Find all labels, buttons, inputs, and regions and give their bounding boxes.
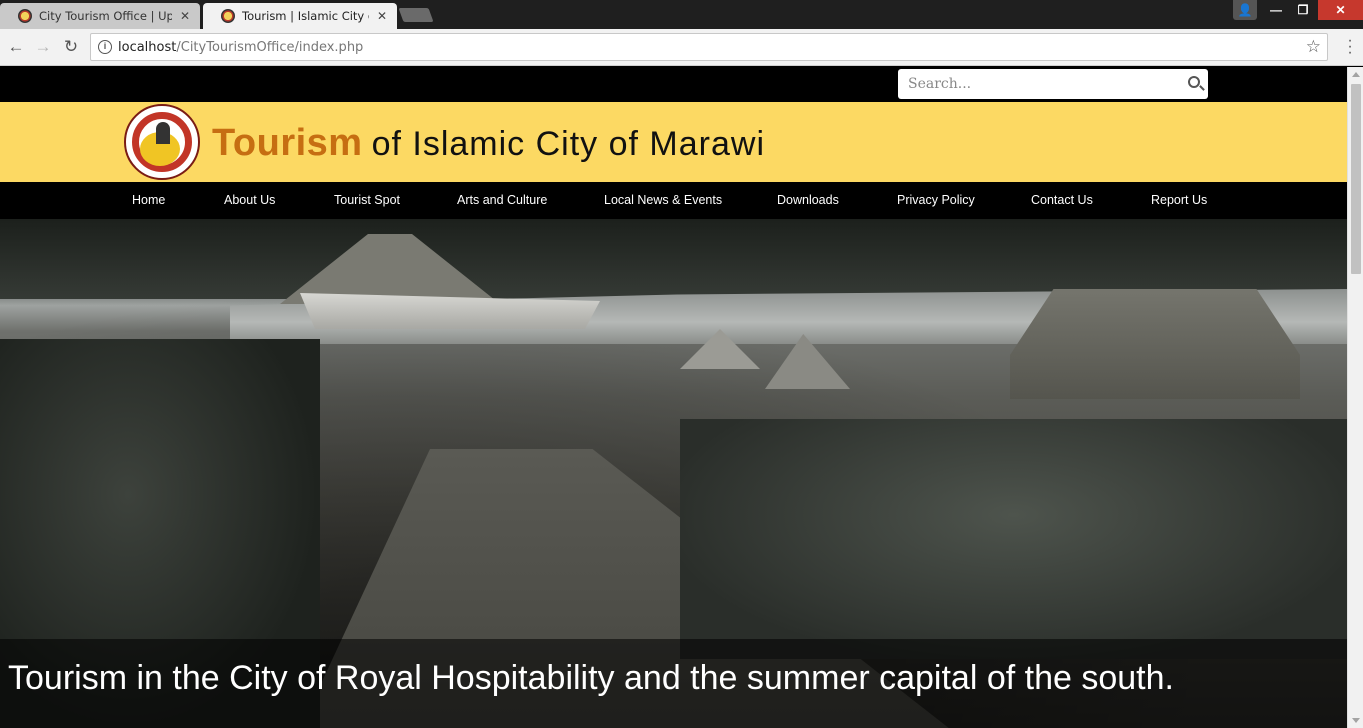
new-tab-button[interactable] <box>398 8 434 22</box>
page-viewport: Tourism of Islamic City of Marawi Home A… <box>0 67 1347 728</box>
site-title-rest: of Islamic City of Marawi <box>371 125 765 163</box>
browser-tab-bar: City Tourism Office | Upd ✕ Tourism | Is… <box>0 0 1363 29</box>
browser-toolbar: ← → ↻ i localhost/CityTourismOffice/inde… <box>0 29 1363 66</box>
nav-local-news-events[interactable]: Local News & Events <box>604 193 722 207</box>
city-tourism-office-logo[interactable] <box>124 104 200 180</box>
tab-close-icon[interactable]: ✕ <box>178 9 192 23</box>
url-path: /CityTourismOffice/index.php <box>176 40 364 55</box>
browser-tab-active[interactable]: Tourism | Islamic City of M ✕ <box>203 3 397 29</box>
scrollbar-thumb[interactable] <box>1351 84 1361 274</box>
site-header: Tourism of Islamic City of Marawi <box>0 102 1347 182</box>
close-window-button[interactable]: ✕ <box>1318 0 1363 20</box>
site-favicon-icon <box>221 9 235 23</box>
bookmark-star-icon[interactable]: ☆ <box>1306 37 1321 57</box>
logo-mosque <box>156 122 170 144</box>
scroll-down-icon[interactable] <box>1352 718 1360 723</box>
browser-tab[interactable]: City Tourism Office | Upd ✕ <box>0 3 200 29</box>
tab-close-icon[interactable]: ✕ <box>375 9 389 23</box>
nav-privacy-policy[interactable]: Privacy Policy <box>897 193 975 207</box>
hero-caption-bar: Tourism in the City of Royal Hospitabili… <box>0 639 1347 728</box>
hero-treeline <box>0 219 1347 299</box>
profile-icon[interactable]: 👤 <box>1233 0 1257 20</box>
address-bar[interactable]: i localhost/CityTourismOffice/index.php … <box>90 33 1328 61</box>
site-info-icon[interactable]: i <box>98 40 112 54</box>
back-arrow-icon[interactable]: ← <box>6 37 26 57</box>
hero-foliage <box>680 419 1347 659</box>
address-url: localhost/CityTourismOffice/index.php <box>118 40 363 55</box>
minimize-window-button[interactable]: — <box>1262 0 1290 20</box>
search-icon[interactable] <box>1188 76 1200 88</box>
nav-downloads[interactable]: Downloads <box>777 193 839 207</box>
tab-title: City Tourism Office | Upd <box>39 9 172 23</box>
site-favicon-icon <box>18 9 32 23</box>
top-strip <box>0 67 1347 102</box>
nav-report-us[interactable]: Report Us <box>1151 193 1207 207</box>
forward-arrow-icon[interactable]: → <box>33 37 53 57</box>
scroll-up-icon[interactable] <box>1352 72 1360 77</box>
main-nav: Home About Us Tourist Spot Arts and Cult… <box>0 182 1347 219</box>
url-host: localhost <box>118 40 177 55</box>
site-title-accent: Tourism <box>212 122 363 164</box>
restore-window-button[interactable]: ❐ <box>1289 0 1317 20</box>
reload-icon[interactable]: ↻ <box>61 37 81 57</box>
browser-menu-icon[interactable]: · · · <box>1340 33 1360 61</box>
page-scrollbar[interactable] <box>1347 67 1363 728</box>
hero-hut <box>1010 289 1300 399</box>
search-box <box>898 69 1208 99</box>
nav-tourist-spot[interactable]: Tourist Spot <box>334 193 400 207</box>
nav-home[interactable]: Home <box>132 193 165 207</box>
hero-image: Tourism in the City of Royal Hospitabili… <box>0 219 1347 728</box>
nav-contact-us[interactable]: Contact Us <box>1031 193 1093 207</box>
hero-caption: Tourism in the City of Royal Hospitabili… <box>8 659 1174 697</box>
tab-title: Tourism | Islamic City of M <box>242 9 369 23</box>
nav-arts-and-culture[interactable]: Arts and Culture <box>457 193 547 207</box>
search-input[interactable] <box>898 69 1178 99</box>
nav-about-us[interactable]: About Us <box>224 193 275 207</box>
site-title[interactable]: Tourism of Islamic City of Marawi <box>212 122 765 165</box>
